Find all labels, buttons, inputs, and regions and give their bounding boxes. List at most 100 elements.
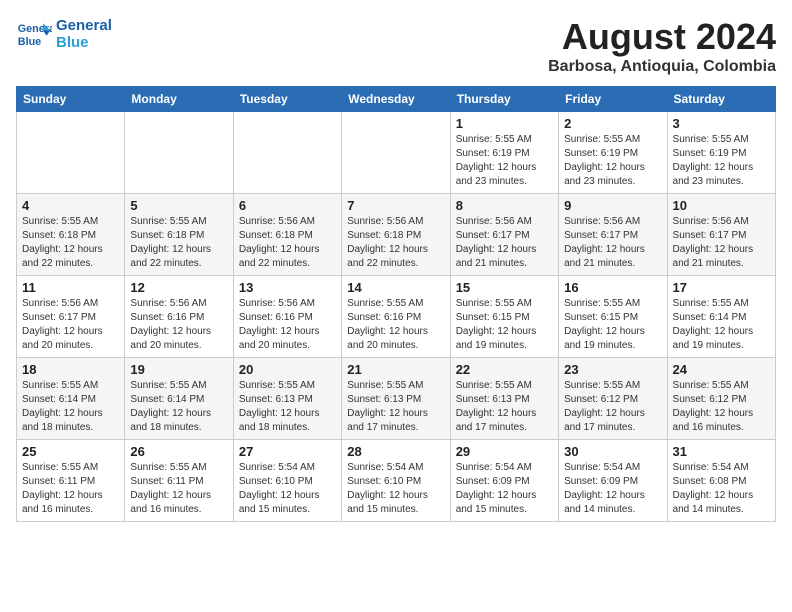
month-year: August 2024 [548, 16, 776, 58]
calendar-cell: 21 Sunrise: 5:55 AMSunset: 6:13 PMDayligh… [342, 358, 450, 440]
calendar-cell: 14 Sunrise: 5:55 AMSunset: 6:16 PMDayligh… [342, 276, 450, 358]
day-info: Sunrise: 5:55 AMSunset: 6:14 PMDaylight:… [130, 379, 227, 435]
calendar-cell: 25 Sunrise: 5:55 AMSunset: 6:11 PMDayligh… [17, 440, 125, 522]
day-info: Sunrise: 5:54 AMSunset: 6:10 PMDaylight:… [239, 461, 336, 517]
weekday-header-monday: Monday [125, 87, 233, 112]
calendar-cell: 7Sunrise: 5:56 AMSunset: 6:18 PMDaylight… [342, 194, 450, 276]
day-number: 30 [564, 444, 661, 459]
week-row-2: 4 Sunrise: 5:55 AMSunset: 6:18 PMDaylight… [17, 194, 776, 276]
title-block: August 2024 Barbosa, Antioquia, Colombia [548, 16, 776, 76]
calendar-cell: 19 Sunrise: 5:55 AMSunset: 6:14 PMDayligh… [125, 358, 233, 440]
day-info: Sunrise: 5:55 AMSunset: 6:19 PMDaylight:… [456, 133, 553, 189]
day-info: Sunrise: 5:56 AMSunset: 6:18 PMDaylight:… [239, 215, 336, 271]
calendar-cell: 12Sunrise: 5:56 AMSunset: 6:16 PMDayligh… [125, 276, 233, 358]
day-number: 9 [564, 198, 661, 213]
day-number: 18 [22, 362, 119, 377]
location: Barbosa, Antioquia, Colombia [548, 58, 776, 76]
day-number: 6 [239, 198, 336, 213]
day-number: 23 [564, 362, 661, 377]
calendar-cell: 15 Sunrise: 5:55 AMSunset: 6:15 PMDayligh… [450, 276, 558, 358]
weekday-header-wednesday: Wednesday [342, 87, 450, 112]
calendar-cell: 30Sunrise: 5:54 AMSunset: 6:09 PMDayligh… [559, 440, 667, 522]
calendar-cell: 28 Sunrise: 5:54 AMSunset: 6:10 PMDayligh… [342, 440, 450, 522]
day-info: Sunrise: 5:55 AMSunset: 6:18 PMDaylight:… [130, 215, 227, 271]
day-info: Sunrise: 5:56 AMSunset: 6:16 PMDaylight:… [239, 297, 336, 353]
week-row-3: 11 Sunrise: 5:56 AMSunset: 6:17 PMDayligh… [17, 276, 776, 358]
day-number: 26 [130, 444, 227, 459]
day-number: 24 [673, 362, 770, 377]
day-number: 28 [347, 444, 444, 459]
day-number: 17 [673, 280, 770, 295]
weekday-header-thursday: Thursday [450, 87, 558, 112]
weekday-header-row: SundayMondayTuesdayWednesdayThursdayFrid… [17, 87, 776, 112]
day-number: 4 [22, 198, 119, 213]
day-info: Sunrise: 5:55 AMSunset: 6:11 PMDaylight:… [22, 461, 119, 517]
day-info: Sunrise: 5:55 AMSunset: 6:15 PMDaylight:… [564, 297, 661, 353]
logo-blue: Blue [56, 34, 112, 51]
calendar-cell: 11 Sunrise: 5:56 AMSunset: 6:17 PMDayligh… [17, 276, 125, 358]
day-info: Sunrise: 5:55 AMSunset: 6:12 PMDaylight:… [564, 379, 661, 435]
day-number: 22 [456, 362, 553, 377]
calendar-cell: 10 Sunrise: 5:56 AMSunset: 6:17 PMDayligh… [667, 194, 775, 276]
day-number: 29 [456, 444, 553, 459]
calendar-cell: 26 Sunrise: 5:55 AMSunset: 6:11 PMDayligh… [125, 440, 233, 522]
day-number: 12 [130, 280, 227, 295]
calendar-cell: 27Sunrise: 5:54 AMSunset: 6:10 PMDayligh… [233, 440, 341, 522]
logo-general: General [56, 17, 112, 34]
calendar-cell: 23 Sunrise: 5:55 AMSunset: 6:12 PMDayligh… [559, 358, 667, 440]
calendar-cell: 22Sunrise: 5:55 AMSunset: 6:13 PMDayligh… [450, 358, 558, 440]
day-number: 7 [347, 198, 444, 213]
day-number: 21 [347, 362, 444, 377]
weekday-header-saturday: Saturday [667, 87, 775, 112]
day-info: Sunrise: 5:56 AMSunset: 6:17 PMDaylight:… [22, 297, 119, 353]
logo: General Blue General Blue [16, 16, 112, 52]
calendar-cell: 18 Sunrise: 5:55 AMSunset: 6:14 PMDayligh… [17, 358, 125, 440]
day-info: Sunrise: 5:55 AMSunset: 6:14 PMDaylight:… [22, 379, 119, 435]
day-info: Sunrise: 5:56 AMSunset: 6:17 PMDaylight:… [673, 215, 770, 271]
day-number: 20 [239, 362, 336, 377]
day-info: Sunrise: 5:55 AMSunset: 6:19 PMDaylight:… [564, 133, 661, 189]
calendar-cell [233, 112, 341, 194]
day-info: Sunrise: 5:54 AMSunset: 6:09 PMDaylight:… [456, 461, 553, 517]
day-info: Sunrise: 5:55 AMSunset: 6:12 PMDaylight:… [673, 379, 770, 435]
day-info: Sunrise: 5:55 AMSunset: 6:16 PMDaylight:… [347, 297, 444, 353]
calendar-cell: 4 Sunrise: 5:55 AMSunset: 6:18 PMDaylight… [17, 194, 125, 276]
weekday-header-tuesday: Tuesday [233, 87, 341, 112]
day-number: 11 [22, 280, 119, 295]
day-number: 10 [673, 198, 770, 213]
day-number: 31 [673, 444, 770, 459]
day-number: 1 [456, 116, 553, 131]
day-number: 15 [456, 280, 553, 295]
calendar-cell: 8Sunrise: 5:56 AMSunset: 6:17 PMDaylight… [450, 194, 558, 276]
day-number: 25 [22, 444, 119, 459]
calendar-cell: 16 Sunrise: 5:55 AMSunset: 6:15 PMDayligh… [559, 276, 667, 358]
day-info: Sunrise: 5:55 AMSunset: 6:19 PMDaylight:… [673, 133, 770, 189]
weekday-header-sunday: Sunday [17, 87, 125, 112]
day-number: 19 [130, 362, 227, 377]
calendar-cell: 5 Sunrise: 5:55 AMSunset: 6:18 PMDaylight… [125, 194, 233, 276]
calendar-cell: 17Sunrise: 5:55 AMSunset: 6:14 PMDayligh… [667, 276, 775, 358]
calendar-cell: 9Sunrise: 5:56 AMSunset: 6:17 PMDaylight… [559, 194, 667, 276]
day-number: 5 [130, 198, 227, 213]
day-info: Sunrise: 5:55 AMSunset: 6:13 PMDaylight:… [347, 379, 444, 435]
calendar-cell: 24 Sunrise: 5:55 AMSunset: 6:12 PMDayligh… [667, 358, 775, 440]
day-number: 3 [673, 116, 770, 131]
day-info: Sunrise: 5:56 AMSunset: 6:17 PMDaylight:… [456, 215, 553, 271]
day-info: Sunrise: 5:55 AMSunset: 6:13 PMDaylight:… [239, 379, 336, 435]
calendar-cell [17, 112, 125, 194]
calendar-cell [342, 112, 450, 194]
calendar-cell: 20 Sunrise: 5:55 AMSunset: 6:13 PMDayligh… [233, 358, 341, 440]
header: General Blue General Blue August 2024 Ba… [16, 16, 776, 76]
day-info: Sunrise: 5:55 AMSunset: 6:11 PMDaylight:… [130, 461, 227, 517]
day-info: Sunrise: 5:54 AMSunset: 6:10 PMDaylight:… [347, 461, 444, 517]
day-info: Sunrise: 5:55 AMSunset: 6:15 PMDaylight:… [456, 297, 553, 353]
calendar-cell: 29 Sunrise: 5:54 AMSunset: 6:09 PMDayligh… [450, 440, 558, 522]
calendar-table: SundayMondayTuesdayWednesdayThursdayFrid… [16, 86, 776, 522]
week-row-1: 1 Sunrise: 5:55 AMSunset: 6:19 PMDaylight… [17, 112, 776, 194]
day-number: 14 [347, 280, 444, 295]
day-number: 16 [564, 280, 661, 295]
week-row-5: 25 Sunrise: 5:55 AMSunset: 6:11 PMDayligh… [17, 440, 776, 522]
day-info: Sunrise: 5:55 AMSunset: 6:18 PMDaylight:… [22, 215, 119, 271]
calendar-cell: 13Sunrise: 5:56 AMSunset: 6:16 PMDayligh… [233, 276, 341, 358]
calendar-cell: 31Sunrise: 5:54 AMSunset: 6:08 PMDayligh… [667, 440, 775, 522]
